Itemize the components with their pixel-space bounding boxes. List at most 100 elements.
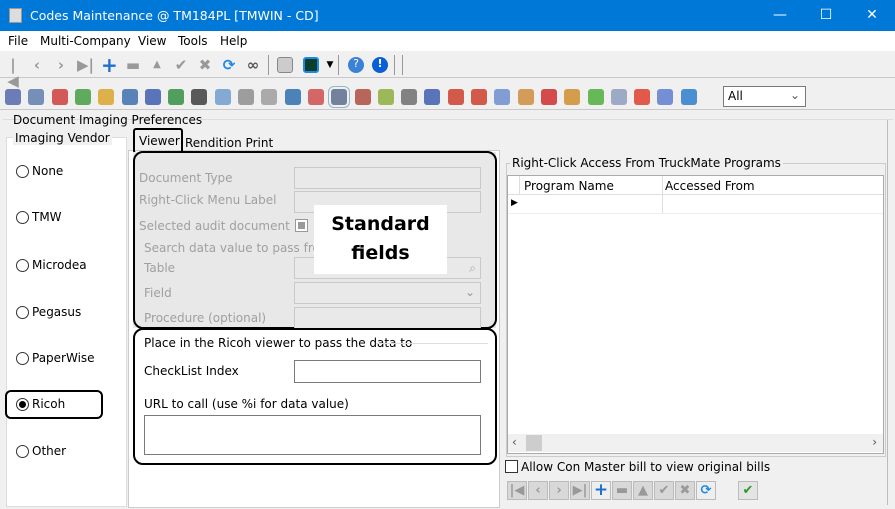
up-icon[interactable]: ▲ xyxy=(149,57,165,73)
code-module-icon[interactable] xyxy=(564,89,581,105)
last-icon[interactable]: ▶| xyxy=(77,57,94,73)
checklist-index-input[interactable] xyxy=(294,360,481,383)
code-module-icon[interactable] xyxy=(214,89,231,105)
code-module-icon[interactable] xyxy=(144,89,161,105)
prev-button[interactable]: ‹ xyxy=(528,481,548,500)
print-icon[interactable] xyxy=(277,57,293,73)
vendor-radio-paperwise[interactable] xyxy=(16,352,29,365)
prev-icon[interactable]: ‹ xyxy=(29,57,45,73)
first-icon[interactable]: |◀ xyxy=(5,57,21,89)
field-select[interactable]: ⌄ xyxy=(294,282,481,304)
minimize-button[interactable]: — xyxy=(757,0,803,31)
chevron-down-icon: ⌄ xyxy=(789,88,800,102)
menu-file[interactable]: File xyxy=(8,34,28,48)
cancel-button[interactable]: ✖ xyxy=(675,481,695,500)
code-module-icon[interactable] xyxy=(610,89,627,105)
code-module-icon[interactable] xyxy=(261,89,278,105)
code-module-icon[interactable] xyxy=(98,89,115,105)
last-button[interactable]: ▶| xyxy=(570,481,590,500)
add-button[interactable]: + xyxy=(591,481,611,500)
dropdown-arrow-icon[interactable]: ▼ xyxy=(322,57,338,73)
menu-bar: File Multi-Company View Tools Help xyxy=(0,31,895,51)
refresh-button[interactable]: ⟳ xyxy=(696,481,716,500)
post-icon[interactable]: ✔ xyxy=(173,57,189,73)
code-module-icon[interactable] xyxy=(587,89,604,105)
code-module-icon[interactable] xyxy=(51,89,68,105)
add-icon[interactable]: + xyxy=(101,55,118,75)
help-icon[interactable]: ? xyxy=(348,57,364,73)
delete-button[interactable]: ▬ xyxy=(612,481,632,500)
code-module-icon[interactable] xyxy=(680,89,697,105)
allow-con-master-checkbox[interactable] xyxy=(505,460,518,473)
next-button[interactable]: › xyxy=(549,481,569,500)
vendor-radio-none[interactable] xyxy=(16,165,29,178)
vendor-radio-pegasus[interactable] xyxy=(16,306,29,319)
code-module-icon[interactable] xyxy=(401,89,418,105)
info-icon[interactable]: ! xyxy=(372,57,388,73)
menu-multi-company[interactable]: Multi-Company xyxy=(40,34,131,48)
url-input[interactable] xyxy=(144,415,481,455)
code-module-icon[interactable] xyxy=(284,89,301,105)
standard-fields-annotation: Standard fields xyxy=(314,205,447,274)
vendor-radio-tmw[interactable] xyxy=(16,211,29,224)
delete-icon[interactable]: ▬ xyxy=(125,57,141,73)
code-module-icon[interactable] xyxy=(121,89,138,105)
audit-document-label: Selected audit document xyxy=(139,219,290,233)
horizontal-scrollbar[interactable]: ‹ › xyxy=(508,434,883,452)
code-module-icon[interactable] xyxy=(5,89,21,105)
lookup-icon[interactable]: ⌕ xyxy=(469,261,476,276)
refresh-icon[interactable]: ⟳ xyxy=(221,57,237,73)
code-module-icon[interactable] xyxy=(471,89,487,105)
scroll-thumb[interactable] xyxy=(526,435,542,451)
code-module-icon[interactable] xyxy=(328,86,351,108)
audit-document-checkbox[interactable] xyxy=(295,219,308,232)
code-module-icon[interactable] xyxy=(517,89,534,105)
code-module-icon[interactable] xyxy=(191,89,208,105)
code-module-icon[interactable] xyxy=(634,89,651,105)
code-module-icon[interactable] xyxy=(354,89,371,105)
save-button[interactable]: ✔ xyxy=(738,481,758,500)
post-button[interactable]: ✔ xyxy=(654,481,674,500)
code-module-icon[interactable] xyxy=(307,89,324,105)
document-type-label: Document Type xyxy=(139,171,233,185)
code-module-icon[interactable] xyxy=(74,89,91,105)
code-module-icon[interactable] xyxy=(377,89,394,105)
menu-view[interactable]: View xyxy=(138,34,166,48)
up-button[interactable]: ▲ xyxy=(633,481,653,500)
column-program-name[interactable]: Program Name xyxy=(524,179,614,193)
filter-select[interactable]: All ⌄ xyxy=(723,86,806,107)
find-icon[interactable]: ∞ xyxy=(245,57,261,73)
scroll-left-icon[interactable]: ‹ xyxy=(512,435,517,449)
right-click-title: Right-Click Access From TruckMate Progra… xyxy=(510,156,783,170)
table-row[interactable]: ▶ xyxy=(508,195,883,214)
code-module-icon[interactable] xyxy=(238,89,254,105)
first-button[interactable]: |◀ xyxy=(507,481,527,500)
menu-help[interactable]: Help xyxy=(220,34,247,48)
procedure-input[interactable] xyxy=(294,307,481,329)
scroll-right-icon[interactable]: › xyxy=(872,435,877,449)
vendor-radio-other[interactable] xyxy=(16,445,29,458)
code-module-icon[interactable] xyxy=(168,89,185,105)
column-accessed-from[interactable]: Accessed From xyxy=(665,179,755,193)
menu-tools[interactable]: Tools xyxy=(178,34,208,48)
programs-grid[interactable]: Program Name Accessed From ▶ ‹ › xyxy=(507,175,884,454)
grid-header: Program Name Accessed From xyxy=(508,176,883,214)
tab-rendition-print[interactable]: Rendition Print xyxy=(185,136,273,150)
cancel-icon[interactable]: ✖ xyxy=(197,57,213,73)
allow-con-master-label: Allow Con Master bill to view original b… xyxy=(521,460,771,474)
code-module-icon[interactable] xyxy=(540,89,557,105)
row-pointer-icon: ▶ xyxy=(511,198,518,208)
code-module-icon[interactable] xyxy=(424,89,441,105)
monitor-icon[interactable] xyxy=(303,57,319,73)
next-icon[interactable]: › xyxy=(53,57,69,73)
code-module-icon[interactable] xyxy=(28,89,45,105)
maximize-button[interactable]: ☐ xyxy=(803,0,849,31)
document-type-input[interactable] xyxy=(294,167,481,189)
code-module-icon[interactable] xyxy=(494,89,511,105)
filter-value: All xyxy=(728,89,743,103)
vendor-radio-microdea[interactable] xyxy=(16,259,29,272)
code-module-icon[interactable] xyxy=(657,89,674,105)
ricoh-caption: Place in the Ricoh viewer to pass the da… xyxy=(144,336,413,350)
close-button[interactable]: ✕ xyxy=(849,0,895,31)
code-module-icon[interactable] xyxy=(447,89,464,105)
